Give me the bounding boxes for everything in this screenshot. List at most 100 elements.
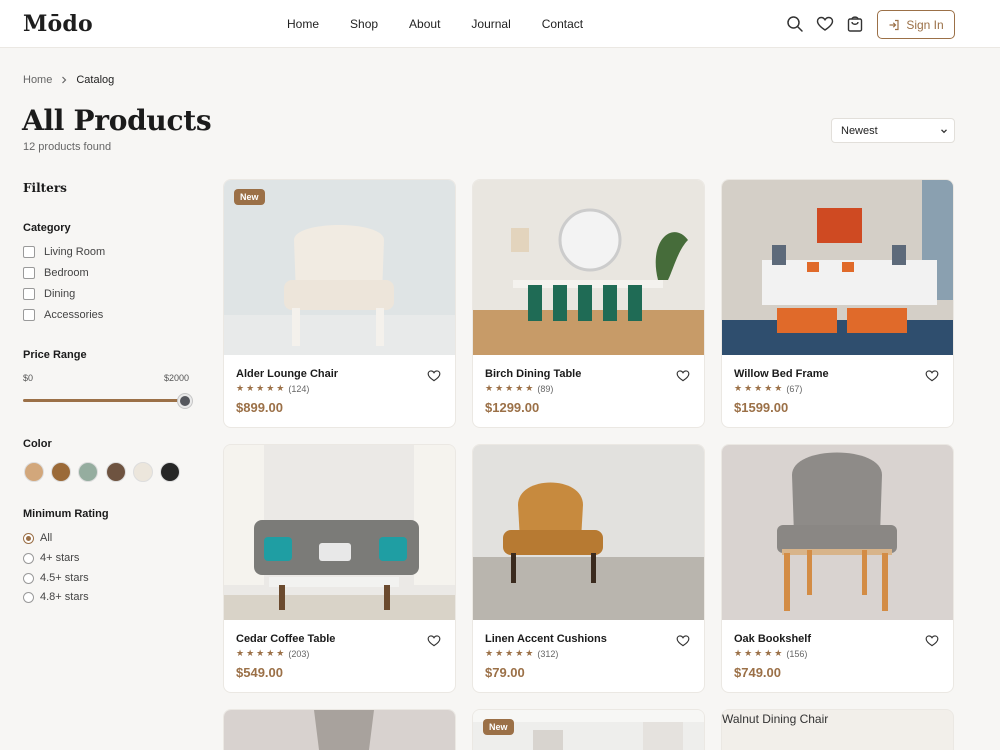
product-image-lounge-chair[interactable]: New bbox=[224, 180, 455, 355]
radio-label: 4.8+ stars bbox=[40, 591, 89, 603]
product-price: $749.00 bbox=[734, 665, 781, 680]
product-name[interactable]: Oak Bookshelf bbox=[734, 633, 811, 645]
stars-glyphs: ★★★★★ bbox=[236, 648, 287, 658]
wishlist-heart-icon[interactable] bbox=[676, 634, 690, 648]
wishlist-heart-icon[interactable] bbox=[925, 369, 939, 383]
product-count: 12 products found bbox=[23, 141, 112, 153]
product-image-dining-table[interactable] bbox=[473, 180, 704, 355]
product-image-accent-chair[interactable] bbox=[473, 445, 704, 620]
filters-title: Filters bbox=[23, 181, 67, 195]
rating-option-all[interactable]: All bbox=[23, 532, 52, 544]
product-card[interactable]: Willow Bed Frame ★★★★★ (67) $1599.00 bbox=[721, 179, 954, 428]
rating-stars: ★★★★★ (203) bbox=[236, 648, 309, 659]
product-name[interactable]: Cedar Coffee Table bbox=[236, 633, 335, 645]
wishlist-heart-icon[interactable] bbox=[676, 369, 690, 383]
review-count: (312) bbox=[537, 648, 559, 659]
breadcrumb-home[interactable]: Home bbox=[23, 74, 52, 86]
product-card-partial[interactable]: New bbox=[472, 709, 705, 750]
breadcrumb: Home Catalog bbox=[23, 74, 114, 86]
color-swatch-sage[interactable] bbox=[78, 462, 98, 482]
product-price: $899.00 bbox=[236, 400, 283, 415]
color-swatch-walnut[interactable] bbox=[106, 462, 126, 482]
chevron-down-icon bbox=[941, 129, 947, 134]
product-card[interactable]: Birch Dining Table ★★★★★ (89) $1299.00 bbox=[472, 179, 705, 428]
product-card-partial[interactable] bbox=[223, 709, 456, 750]
product-price: $549.00 bbox=[236, 665, 283, 680]
checkbox[interactable] bbox=[23, 267, 35, 279]
product-name[interactable]: Birch Dining Table bbox=[485, 368, 581, 380]
rating-stars: ★★★★★ (312) bbox=[485, 648, 558, 659]
stars-glyphs: ★★★★★ bbox=[236, 383, 287, 393]
nav-contact[interactable]: Contact bbox=[542, 17, 583, 31]
radio-selected[interactable] bbox=[23, 532, 34, 544]
product-image-partial[interactable] bbox=[224, 710, 456, 750]
nav-home[interactable]: Home bbox=[287, 17, 319, 31]
product-card[interactable]: Linen Accent Cushions ★★★★★ (312) $79.00 bbox=[472, 444, 705, 693]
category-option-bedroom[interactable]: Bedroom bbox=[23, 267, 89, 279]
checkbox-label: Dining bbox=[44, 288, 76, 300]
color-title: Color bbox=[23, 438, 52, 450]
wishlist-heart-icon[interactable] bbox=[427, 369, 441, 383]
rating-stars: ★★★★★ (89) bbox=[485, 383, 553, 394]
product-name[interactable]: Linen Accent Cushions bbox=[485, 633, 607, 645]
category-option-living-room[interactable]: Living Room bbox=[23, 246, 105, 258]
rating-option-4-8[interactable]: 4.8+ stars bbox=[23, 591, 89, 603]
checkbox[interactable] bbox=[23, 246, 35, 258]
main-nav: Home Shop About Journal Contact bbox=[287, 17, 583, 31]
category-title: Category bbox=[23, 222, 71, 234]
search-icon[interactable] bbox=[786, 15, 804, 33]
price-slider-track[interactable] bbox=[23, 399, 185, 402]
color-swatch-tan[interactable] bbox=[24, 462, 44, 482]
radio[interactable] bbox=[23, 591, 34, 603]
brand-logo[interactable]: Mōdo bbox=[23, 11, 93, 37]
product-card[interactable]: New Alder Lounge Chair ★★★★★ (124) $899.0… bbox=[223, 179, 456, 428]
product-card[interactable]: Oak Bookshelf ★★★★★ (156) $749.00 bbox=[721, 444, 954, 693]
minimum-rating-title: Minimum Rating bbox=[23, 508, 109, 520]
nav-shop[interactable]: Shop bbox=[350, 17, 378, 31]
radio[interactable] bbox=[23, 552, 34, 564]
category-option-accessories[interactable]: Accessories bbox=[23, 309, 103, 321]
stars-glyphs: ★★★★★ bbox=[734, 383, 785, 393]
review-count: (67) bbox=[786, 383, 803, 394]
product-price: $79.00 bbox=[485, 665, 525, 680]
checkbox[interactable] bbox=[23, 309, 35, 321]
review-count: (89) bbox=[537, 383, 554, 394]
image-alt-text: Walnut Dining Chair bbox=[722, 712, 829, 726]
review-count: (203) bbox=[288, 648, 310, 659]
product-card-partial[interactable]: Walnut Dining Chair bbox=[721, 709, 954, 750]
rating-option-4[interactable]: 4+ stars bbox=[23, 552, 79, 564]
product-image-coffee-table[interactable] bbox=[224, 445, 455, 620]
checkbox[interactable] bbox=[23, 288, 35, 300]
stars-glyphs: ★★★★★ bbox=[485, 648, 536, 658]
product-name[interactable]: Alder Lounge Chair bbox=[236, 368, 338, 380]
color-swatch-brown[interactable] bbox=[51, 462, 71, 482]
product-name[interactable]: Willow Bed Frame bbox=[734, 368, 829, 380]
price-min-label: $0 bbox=[23, 373, 34, 383]
rating-option-4-5[interactable]: 4.5+ stars bbox=[23, 572, 89, 584]
breadcrumb-current: Catalog bbox=[76, 74, 115, 86]
color-swatch-cream[interactable] bbox=[133, 462, 153, 482]
product-image-bookshelf[interactable] bbox=[722, 445, 953, 620]
category-option-dining[interactable]: Dining bbox=[23, 288, 75, 300]
product-price: $1299.00 bbox=[485, 400, 540, 415]
rating-stars: ★★★★★ (156) bbox=[734, 648, 807, 659]
heart-icon[interactable] bbox=[816, 15, 834, 33]
stars-glyphs: ★★★★★ bbox=[485, 383, 536, 393]
radio-label: 4.5+ stars bbox=[40, 572, 89, 584]
top-header: Mōdo Home Shop About Journal Contact Sig… bbox=[0, 0, 1000, 48]
product-card[interactable]: Cedar Coffee Table ★★★★★ (203) $549.00 bbox=[223, 444, 456, 693]
sign-in-button[interactable]: Sign In bbox=[877, 10, 955, 39]
color-swatch-black[interactable] bbox=[160, 462, 180, 482]
wishlist-heart-icon[interactable] bbox=[925, 634, 939, 648]
product-image-bed-frame[interactable] bbox=[722, 180, 953, 355]
price-slider-handle[interactable] bbox=[178, 394, 192, 408]
nav-about[interactable]: About bbox=[409, 17, 440, 31]
checkbox-label: Bedroom bbox=[44, 267, 89, 279]
price-max-label: $2000 bbox=[164, 373, 190, 383]
rating-stars: ★★★★★ (67) bbox=[734, 383, 802, 394]
radio[interactable] bbox=[23, 572, 34, 584]
cart-icon[interactable] bbox=[846, 15, 864, 33]
wishlist-heart-icon[interactable] bbox=[427, 634, 441, 648]
sort-select[interactable]: Newest bbox=[831, 118, 955, 143]
nav-journal[interactable]: Journal bbox=[471, 17, 510, 31]
